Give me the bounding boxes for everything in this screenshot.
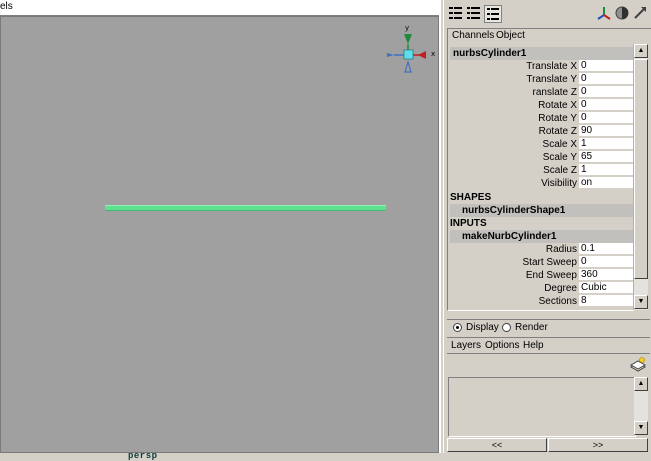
channel-box-panel: Channels Object nurbsCylinder1 Translate… — [443, 0, 651, 453]
display-radio-label: Display — [466, 322, 499, 333]
menu-options[interactable]: Options — [485, 340, 519, 351]
attribute-value-field[interactable]: on — [579, 177, 634, 189]
layer-list[interactable] — [448, 377, 636, 437]
tool-settings-icon[interactable] — [614, 5, 630, 21]
inputs-section-label: INPUTS — [450, 218, 487, 229]
viewport-frame: persp — [0, 16, 439, 461]
scroll-down-arrow-icon[interactable]: ▼ — [634, 295, 648, 309]
attribute-name[interactable]: Rotate Z — [539, 125, 577, 138]
attribute-row[interactable]: Radius 0.1 — [448, 243, 634, 256]
layer-nav-buttons: << >> — [447, 438, 650, 452]
channel-box-toolbar — [444, 2, 651, 26]
attribute-name[interactable]: Radius — [546, 243, 577, 256]
attribute-row[interactable]: Rotate Z 90 — [448, 125, 634, 138]
attribute-value-field[interactable]: 0 — [579, 99, 634, 111]
scroll-up-arrow-icon[interactable]: ▲ — [634, 44, 648, 58]
attribute-name[interactable]: End Sweep — [526, 269, 577, 282]
channel-box-scrollbar[interactable]: ▲ ▼ — [633, 44, 648, 310]
attribute-value-field[interactable]: 0 — [579, 60, 634, 72]
attribute-row[interactable]: Rotate X0 — [448, 99, 634, 112]
node-name-header[interactable]: nurbsCylinder1 — [450, 47, 634, 60]
attribute-value-field[interactable]: 1 — [579, 138, 634, 150]
attribute-value-field[interactable]: 0 — [579, 73, 634, 85]
menu-object[interactable]: Object — [496, 30, 525, 41]
attribute-value-field[interactable]: Cubic — [579, 282, 634, 294]
attribute-row[interactable]: Scale Z1 — [448, 164, 634, 177]
attribute-row[interactable]: Scale Y 65 — [448, 151, 634, 164]
attribute-row[interactable]: Sections 8 — [448, 295, 634, 308]
attribute-row[interactable]: Translate Y0 — [448, 73, 634, 86]
render-radio[interactable] — [502, 323, 511, 332]
y-axis-arrow-icon — [404, 34, 412, 44]
attribute-row[interactable]: Visibility on — [448, 177, 634, 190]
attribute-value-field[interactable]: 8 — [579, 295, 634, 307]
attribute-name[interactable]: Scale Y — [543, 151, 577, 164]
attribute-row[interactable]: Start Sweep 0 — [448, 256, 634, 269]
viewport-menubar: els — [0, 0, 439, 16]
menu-help[interactable]: Help — [523, 340, 544, 351]
layer-mode-radio-group: Display Render — [447, 319, 650, 336]
channel-box-only-icon[interactable] — [448, 5, 464, 21]
y-axis-label: y — [405, 24, 409, 32]
create-new-layer-icon[interactable] — [629, 357, 647, 373]
attribute-name[interactable]: Rotate X — [538, 99, 577, 112]
attribute-row[interactable]: End Sweep 360 — [448, 269, 634, 282]
layer-scroll-down-icon[interactable]: ▼ — [634, 421, 648, 435]
attribute-value-field[interactable]: 0 — [579, 86, 634, 98]
attribute-value-field[interactable]: 0 — [579, 112, 634, 124]
render-radio-label: Render — [515, 322, 548, 333]
display-radio[interactable] — [453, 323, 462, 332]
attribute-row[interactable]: Degree Cubic — [448, 282, 634, 295]
channel-box-menubar: Channels Object — [447, 28, 651, 44]
attribute-name[interactable]: Degree — [544, 282, 577, 295]
attribute-name[interactable]: Rotate Y — [538, 112, 577, 125]
next-button[interactable]: >> — [548, 438, 648, 452]
layer-editor-menubar: Layers Options Help — [447, 337, 650, 353]
view-cube-icon — [403, 49, 414, 60]
attribute-name[interactable]: Visibility — [541, 177, 577, 190]
attribute-name[interactable]: Start Sweep — [523, 256, 577, 269]
previous-button[interactable]: << — [447, 438, 547, 452]
attribute-editor-icon[interactable] — [596, 5, 612, 21]
attribute-value-field[interactable]: 360 — [579, 269, 634, 281]
z-axis-arrow-icon — [387, 53, 394, 57]
attribute-value-field[interactable]: 90 — [579, 125, 634, 137]
menu-channels[interactable]: Channels — [452, 30, 494, 41]
pin-arrow-icon[interactable] — [632, 5, 648, 21]
layer-editor-toolbar — [447, 353, 650, 376]
shape-node-header[interactable]: nurbsCylinderShape1 — [450, 204, 634, 217]
perspective-viewport[interactable]: els persp y x — [0, 0, 441, 461]
attribute-name[interactable]: ranslate Z — [533, 86, 577, 99]
attribute-name[interactable]: Translate Y — [526, 73, 577, 86]
scroll-thumb[interactable] — [634, 59, 648, 279]
attribute-row[interactable]: ranslate Z0 — [448, 86, 634, 99]
nurbs-cylinder-object[interactable] — [105, 205, 386, 211]
attribute-value-field[interactable]: 65 — [579, 151, 634, 163]
channel-box-attributes: nurbsCylinder1 Translate X 0 Translate Y0r… — [447, 44, 634, 311]
attribute-name[interactable]: Scale Z — [543, 164, 577, 177]
layer-scroll-up-icon[interactable]: ▲ — [634, 377, 648, 391]
attribute-row[interactable]: Scale X1 — [448, 138, 634, 151]
x-axis-label: x — [431, 50, 435, 58]
channel-layer-icon[interactable] — [466, 5, 482, 21]
view-axis-gizmo: y x — [387, 24, 435, 73]
menu-layers[interactable]: Layers — [451, 340, 481, 351]
z-down-arrow-icon — [404, 59, 412, 73]
channel-box-layer-editor-icon[interactable] — [484, 5, 502, 23]
attribute-name[interactable]: Sections — [539, 295, 577, 308]
attribute-name[interactable]: Translate X — [526, 60, 577, 73]
attribute-row[interactable]: Rotate Y0 — [448, 112, 634, 125]
attribute-row[interactable]: Translate X0 — [448, 60, 634, 73]
layer-list-scrollbar[interactable]: ▲ ▼ — [634, 377, 648, 435]
attribute-name[interactable]: Scale X — [543, 138, 577, 151]
attribute-value-field[interactable]: 0.1 — [579, 243, 634, 255]
attribute-value-field[interactable]: 0 — [579, 256, 634, 268]
shapes-section-label: SHAPES — [450, 192, 492, 203]
viewport-menu-panels[interactable]: els — [0, 1, 13, 12]
input-node-header[interactable]: makeNurbCylinder1 — [450, 230, 634, 243]
attribute-value-field[interactable]: 1 — [579, 164, 634, 176]
